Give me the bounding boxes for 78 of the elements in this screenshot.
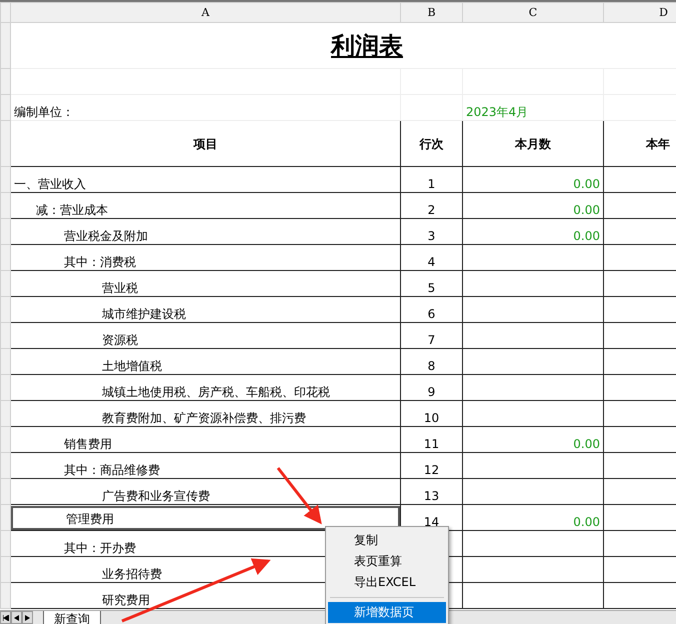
column-header[interactable]: A (10, 2, 400, 22)
item-text: 一、营业收入 (14, 176, 86, 192)
line-number: 1 (428, 176, 436, 192)
amount-text: 0.00 (573, 202, 600, 218)
amount-text: 0.00 (573, 514, 600, 530)
row-header[interactable] (0, 218, 10, 244)
row-header[interactable] (0, 374, 10, 400)
row-header[interactable] (0, 530, 10, 556)
row-header[interactable] (0, 426, 10, 452)
menu-item[interactable]: 新增数据页 (328, 602, 446, 623)
table-header: 本年 (646, 136, 670, 152)
row-header[interactable] (0, 556, 10, 582)
line-number: 3 (428, 228, 436, 244)
row-header[interactable] (0, 166, 10, 192)
line-number: 12 (424, 462, 440, 478)
row-header[interactable] (0, 120, 10, 166)
row-header[interactable] (0, 478, 10, 504)
item-text: 城镇土地使用税、房产税、车船税、印花税 (101, 384, 330, 400)
amount-text: 0.00 (573, 176, 600, 192)
item-text: 销售费用 (63, 436, 112, 452)
row-header[interactable] (0, 94, 10, 120)
amount-text: 0.00 (573, 228, 600, 244)
left-triangle-icon (14, 614, 19, 620)
line-number: 4 (428, 254, 436, 270)
item-text: 教育费附加、矿产资源补偿费、排污费 (101, 410, 306, 426)
item-text: 其中：开办费 (63, 540, 136, 556)
column-header[interactable]: C (462, 2, 604, 22)
period-text: 2023年4月 (466, 104, 528, 120)
row-header[interactable] (0, 452, 10, 478)
line-number: 2 (428, 202, 436, 218)
line-number: 11 (424, 436, 440, 452)
amount-text: 0.00 (573, 436, 600, 452)
menu-item[interactable]: 表页重算 (328, 551, 446, 572)
item-text: 研究费用 (101, 592, 150, 608)
item-text: 减：营业成本 (35, 202, 108, 218)
row-header[interactable] (0, 296, 10, 322)
arrow (276, 467, 322, 524)
row-header[interactable] (0, 244, 10, 270)
line-number: 10 (424, 410, 440, 426)
sheet-title: 利润表 (331, 30, 403, 60)
item-text: 其中：商品维修费 (63, 462, 160, 478)
item-text: 城市维护建设税 (101, 306, 186, 322)
column-header[interactable]: B (400, 2, 462, 22)
menu-item[interactable]: 复制 (328, 530, 446, 551)
row-header[interactable] (0, 270, 10, 296)
row-header[interactable] (0, 22, 10, 68)
line-number: 14 (424, 514, 440, 530)
column-header[interactable]: D (604, 2, 676, 22)
item-text: 业务招待费 (101, 566, 162, 582)
row-header[interactable] (0, 68, 10, 94)
line-number: 13 (424, 488, 440, 504)
line-number: 6 (428, 306, 436, 322)
item-text: 资源税 (101, 332, 138, 348)
line-number: 7 (428, 332, 436, 348)
row-header[interactable] (0, 348, 10, 374)
line-number: 5 (428, 280, 436, 296)
line-number: 9 (428, 384, 436, 400)
first-icon (2, 614, 8, 620)
row-header[interactable] (0, 192, 10, 218)
right-triangle-icon (25, 614, 30, 620)
row-header[interactable] (0, 322, 10, 348)
table-header: 项目 (194, 136, 218, 152)
item-text: 土地增值税 (101, 358, 162, 374)
prev-sheet-button[interactable] (11, 611, 22, 624)
line-number: 8 (428, 358, 436, 374)
row-header[interactable] (0, 400, 10, 426)
item-text: 营业税金及附加 (63, 228, 148, 244)
next-sheet-button[interactable] (22, 611, 33, 624)
row-header[interactable] (0, 504, 10, 530)
unit-label: 编制单位： (14, 104, 74, 120)
corner-cell (0, 2, 10, 22)
table-header: 行次 (420, 136, 444, 152)
item-text: 广告费和业务宣传费 (101, 488, 210, 504)
menu-item[interactable]: 导出EXCEL (328, 572, 446, 593)
first-sheet-button[interactable] (0, 611, 11, 624)
item-text: 营业税 (101, 280, 138, 296)
table-header: 本月数 (515, 136, 551, 152)
item-text: 其中：消费税 (63, 254, 136, 270)
